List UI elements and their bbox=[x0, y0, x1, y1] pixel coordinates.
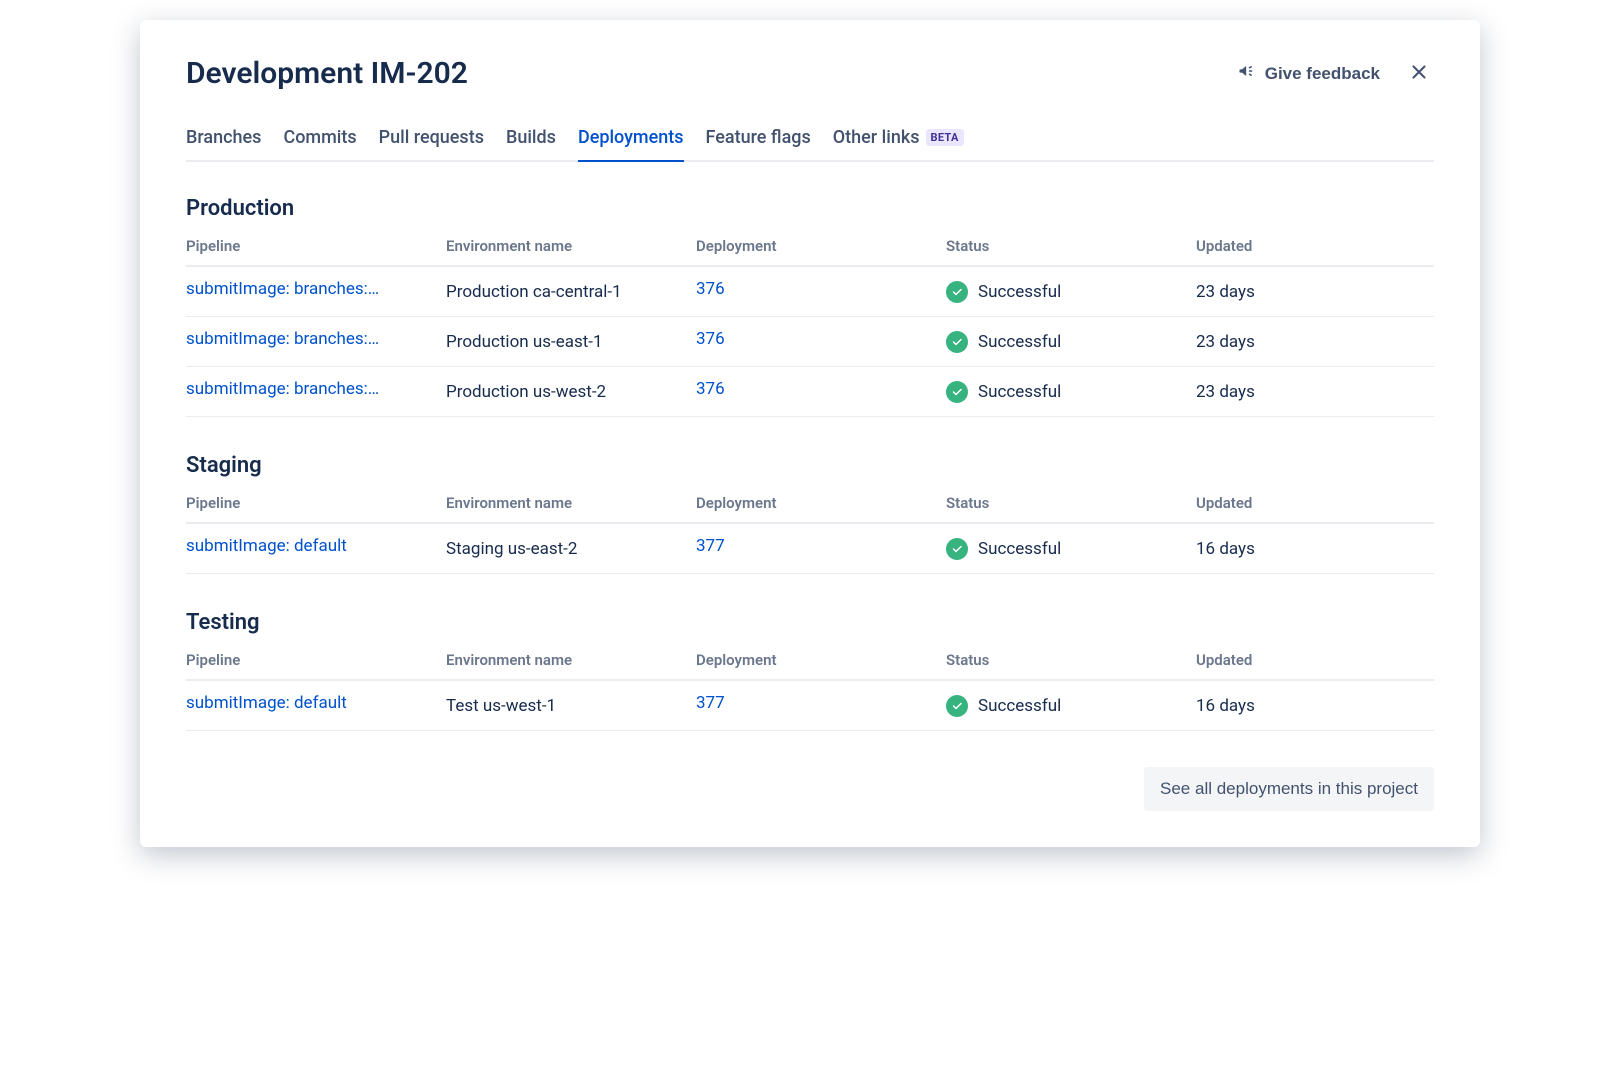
table-row: submitImage: default Test us-west-1377 Suc… bbox=[186, 680, 1434, 731]
deployments-table: PipelineEnvironment nameDeploymentStatus… bbox=[186, 231, 1434, 417]
column-header-deployment: Deployment bbox=[696, 645, 946, 680]
status-cell: Successful bbox=[946, 381, 1196, 403]
pipeline-link[interactable]: submitImage: branches:… bbox=[186, 379, 379, 399]
close-icon bbox=[1408, 71, 1430, 86]
status-cell: Successful bbox=[946, 695, 1196, 717]
column-header-deployment: Deployment bbox=[696, 488, 946, 523]
pipeline-link[interactable]: submitImage: default bbox=[186, 536, 347, 556]
section-production: Production PipelineEnvironment nameDeploy… bbox=[186, 196, 1434, 417]
deployment-link[interactable]: 377 bbox=[696, 536, 725, 556]
updated-cell: 23 days bbox=[1196, 266, 1434, 317]
check-circle-icon bbox=[946, 381, 968, 403]
beta-badge: BETA bbox=[926, 129, 964, 146]
column-header-status: Status bbox=[946, 645, 1196, 680]
status-text: Successful bbox=[978, 382, 1061, 402]
column-header-environment: Environment name bbox=[446, 231, 696, 266]
check-circle-icon bbox=[946, 331, 968, 353]
status-cell: Successful bbox=[946, 538, 1196, 560]
tab-deployments[interactable]: Deployments bbox=[578, 121, 684, 162]
check-circle-icon bbox=[946, 281, 968, 303]
section-title: Testing bbox=[186, 610, 1434, 635]
check-circle-icon bbox=[946, 695, 968, 717]
table-row: submitImage: default Staging us-east-2377… bbox=[186, 523, 1434, 574]
section-staging: Staging PipelineEnvironment nameDeploymen… bbox=[186, 453, 1434, 574]
check-circle-icon bbox=[946, 538, 968, 560]
column-header-environment: Environment name bbox=[446, 645, 696, 680]
give-feedback-label: Give feedback bbox=[1265, 64, 1380, 84]
environment-cell: Production us-west-2 bbox=[446, 367, 696, 417]
column-header-environment: Environment name bbox=[446, 488, 696, 523]
header: Development IM-202 Give feedback bbox=[186, 56, 1434, 91]
tab-pull-requests[interactable]: Pull requests bbox=[379, 121, 484, 162]
header-actions: Give feedback bbox=[1237, 57, 1434, 90]
status-text: Successful bbox=[978, 332, 1061, 352]
column-header-pipeline: Pipeline bbox=[186, 231, 446, 266]
status-cell: Successful bbox=[946, 281, 1196, 303]
pipeline-link[interactable]: submitImage: branches:… bbox=[186, 279, 379, 299]
deployments-table: PipelineEnvironment nameDeploymentStatus… bbox=[186, 645, 1434, 731]
deployment-link[interactable]: 376 bbox=[696, 379, 725, 399]
column-header-updated: Updated bbox=[1196, 231, 1434, 266]
column-header-updated: Updated bbox=[1196, 488, 1434, 523]
environment-cell: Staging us-east-2 bbox=[446, 523, 696, 574]
deployment-link[interactable]: 376 bbox=[696, 279, 725, 299]
section-title: Staging bbox=[186, 453, 1434, 478]
status-text: Successful bbox=[978, 696, 1061, 716]
tab-label: Pull requests bbox=[379, 127, 484, 148]
megaphone-icon bbox=[1237, 61, 1257, 86]
column-header-deployment: Deployment bbox=[696, 231, 946, 266]
table-row: submitImage: branches:… Production us-eas… bbox=[186, 317, 1434, 367]
tab-branches[interactable]: Branches bbox=[186, 121, 261, 162]
give-feedback-button[interactable]: Give feedback bbox=[1237, 61, 1380, 86]
tab-label: Deployments bbox=[578, 127, 684, 148]
column-header-pipeline: Pipeline bbox=[186, 488, 446, 523]
updated-cell: 23 days bbox=[1196, 367, 1434, 417]
environment-cell: Production ca-central-1 bbox=[446, 266, 696, 317]
footer: See all deployments in this project bbox=[186, 767, 1434, 811]
column-header-pipeline: Pipeline bbox=[186, 645, 446, 680]
status-text: Successful bbox=[978, 282, 1061, 302]
column-header-status: Status bbox=[946, 231, 1196, 266]
table-row: submitImage: branches:… Production ca-cen… bbox=[186, 266, 1434, 317]
table-row: submitImage: branches:… Production us-wes… bbox=[186, 367, 1434, 417]
tab-label: Other links bbox=[833, 127, 920, 148]
deployments-table: PipelineEnvironment nameDeploymentStatus… bbox=[186, 488, 1434, 574]
column-header-status: Status bbox=[946, 488, 1196, 523]
updated-cell: 23 days bbox=[1196, 317, 1434, 367]
tab-feature-flags[interactable]: Feature flags bbox=[706, 121, 811, 162]
see-all-deployments-button[interactable]: See all deployments in this project bbox=[1144, 767, 1434, 811]
deployment-link[interactable]: 376 bbox=[696, 329, 725, 349]
deployment-link[interactable]: 377 bbox=[696, 693, 725, 713]
updated-cell: 16 days bbox=[1196, 523, 1434, 574]
development-panel: Development IM-202 Give feedback Branche… bbox=[140, 20, 1480, 847]
tab-other-links[interactable]: Other links BETA bbox=[833, 121, 964, 162]
column-header-updated: Updated bbox=[1196, 645, 1434, 680]
section-testing: Testing PipelineEnvironment nameDeploymen… bbox=[186, 610, 1434, 731]
updated-cell: 16 days bbox=[1196, 680, 1434, 731]
page-title: Development IM-202 bbox=[186, 56, 468, 91]
status-text: Successful bbox=[978, 539, 1061, 559]
pipeline-link[interactable]: submitImage: default bbox=[186, 693, 347, 713]
tab-label: Branches bbox=[186, 127, 261, 148]
environment-cell: Test us-west-1 bbox=[446, 680, 696, 731]
sections-container: ProductionPipelineEnvironment nameDeploy… bbox=[186, 196, 1434, 731]
environment-cell: Production us-east-1 bbox=[446, 317, 696, 367]
tab-commits[interactable]: Commits bbox=[283, 121, 356, 162]
tabs: Branches Commits Pull requests Builds Deploy… bbox=[186, 121, 1434, 162]
section-title: Production bbox=[186, 196, 1434, 221]
pipeline-link[interactable]: submitImage: branches:… bbox=[186, 329, 379, 349]
status-cell: Successful bbox=[946, 331, 1196, 353]
tab-label: Feature flags bbox=[706, 127, 811, 148]
tab-label: Commits bbox=[283, 127, 356, 148]
close-button[interactable] bbox=[1404, 57, 1434, 90]
tab-builds[interactable]: Builds bbox=[506, 121, 556, 162]
tab-label: Builds bbox=[506, 127, 556, 148]
